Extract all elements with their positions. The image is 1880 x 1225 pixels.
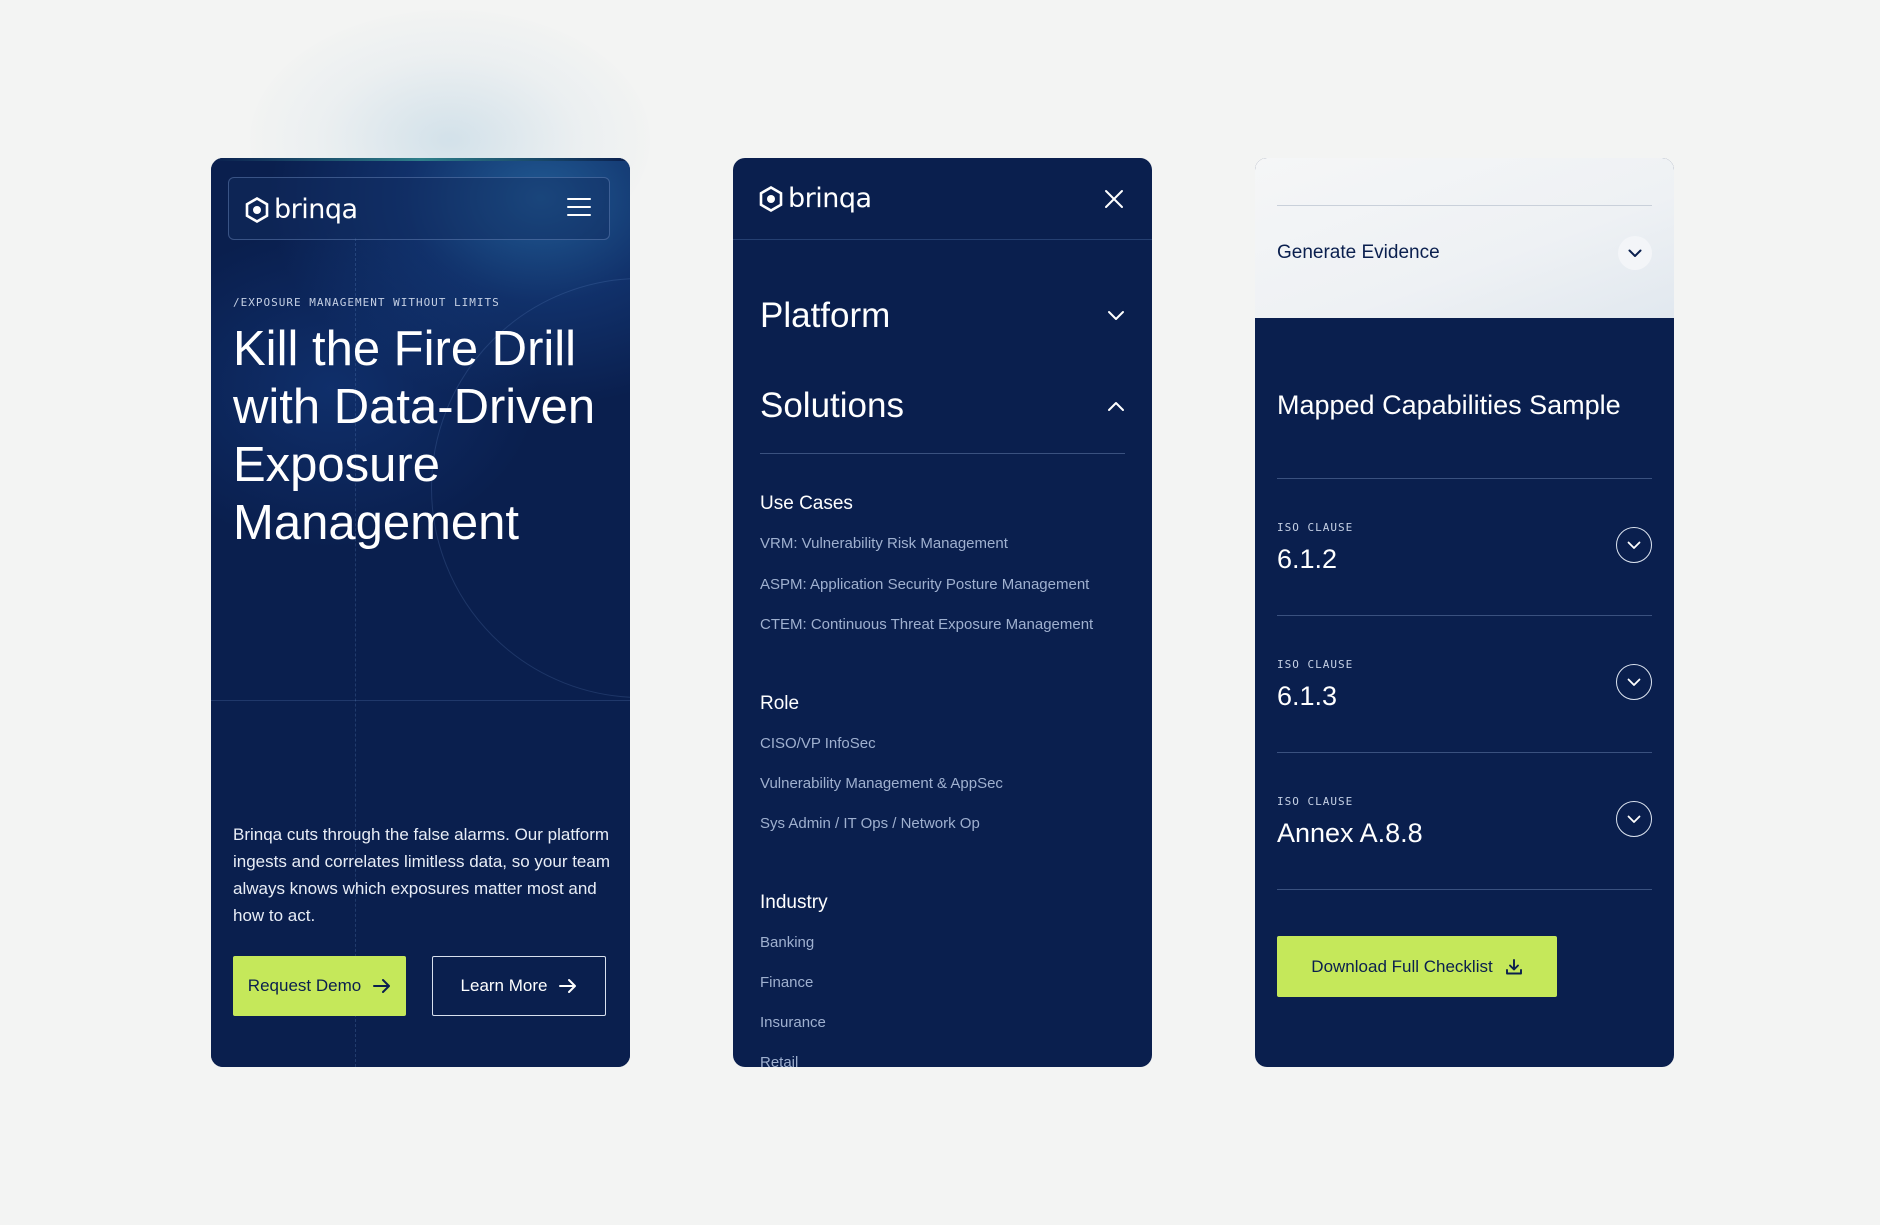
clause-value: Annex A.8.8 — [1277, 818, 1423, 848]
download-checklist-button[interactable]: Download Full Checklist — [1277, 936, 1557, 997]
clause-item[interactable]: ISO CLAUSE 6.1.2 — [1277, 478, 1652, 615]
group-heading-role: Role — [760, 693, 800, 714]
group-heading-use-cases: Use Cases — [760, 493, 853, 514]
chevron-up-icon — [1108, 402, 1124, 411]
brand-logo[interactable]: brinqa — [759, 183, 872, 214]
chevron-down-icon — [1108, 311, 1124, 320]
section-title: Mapped Capabilities Sample — [1277, 390, 1621, 420]
submenu-link[interactable]: Sys Admin / IT Ops / Network Op — [760, 815, 980, 832]
submenu-link[interactable]: Banking — [760, 934, 814, 951]
request-demo-button[interactable]: Request Demo — [233, 956, 406, 1016]
submenu-link[interactable]: Finance — [760, 974, 813, 991]
arrow-right-icon — [559, 979, 577, 993]
menu-item-solutions[interactable]: Solutions — [760, 378, 1125, 434]
submenu-link[interactable]: Vulnerability Management & AppSec — [760, 775, 1003, 792]
brand-hexagon-icon — [759, 185, 783, 212]
submenu-link[interactable]: Insurance — [760, 1014, 826, 1031]
capabilities-screen: Generate Evidence Mapped Capabilities Sa… — [1255, 158, 1674, 1067]
learn-more-label: Learn More — [460, 976, 548, 995]
accordion-divider — [1277, 205, 1652, 206]
generate-evidence-label: Generate Evidence — [1277, 242, 1440, 263]
close-icon[interactable] — [1103, 188, 1125, 210]
clause-tag: ISO CLAUSE — [1277, 521, 1354, 534]
clause-value: 6.1.3 — [1277, 681, 1338, 711]
submenu-link[interactable]: ASPM: Application Security Posture Manag… — [760, 576, 1089, 593]
menu-header: brinqa — [733, 158, 1152, 240]
brand-hexagon-icon — [245, 196, 269, 223]
chevron-down-icon[interactable] — [1616, 664, 1652, 700]
menu-item-platform[interactable]: Platform — [760, 288, 1125, 344]
brand-logo[interactable]: brinqa — [245, 194, 358, 225]
brand-wordmark: brinqa — [274, 194, 358, 225]
menu-divider — [760, 453, 1125, 454]
brand-wordmark: brinqa — [788, 183, 872, 214]
submenu-link[interactable]: Retail — [760, 1054, 798, 1067]
chevron-down-icon[interactable] — [1616, 801, 1652, 837]
clause-tag: ISO CLAUSE — [1277, 795, 1354, 808]
mobile-menu-screen: brinqa Platform Solutions Use Cases VRM:… — [733, 158, 1152, 1067]
submenu-link[interactable]: CISO/VP InfoSec — [760, 735, 876, 752]
request-demo-label: Request Demo — [247, 976, 362, 995]
chevron-down-icon[interactable] — [1616, 527, 1652, 563]
menu-item-label: Solutions — [760, 386, 904, 425]
download-icon — [1505, 958, 1522, 974]
group-heading-industry: Industry — [760, 892, 828, 913]
learn-more-button[interactable]: Learn More — [432, 956, 606, 1016]
menu-item-label: Platform — [760, 296, 891, 335]
generate-evidence-panel: Generate Evidence — [1255, 158, 1674, 318]
clause-tag: ISO CLAUSE — [1277, 658, 1354, 671]
hero-top-glow-line — [211, 158, 630, 161]
generate-evidence-accordion[interactable]: Generate Evidence — [1277, 233, 1652, 273]
hero-navbar: brinqa — [228, 177, 610, 240]
chevron-down-icon — [1618, 236, 1652, 270]
hero-grid-horizontal-line — [211, 700, 630, 701]
hero-eyebrow: /EXPOSURE MANAGEMENT WITHOUT LIMITS — [233, 296, 500, 309]
hero-title: Kill the Fire Drill with Data-Driven Exp… — [233, 322, 596, 550]
submenu-link[interactable]: VRM: Vulnerability Risk Management — [760, 535, 1008, 552]
hero-description: Brinqa cuts through the false alarms. Ou… — [233, 825, 611, 925]
download-checklist-label: Download Full Checklist — [1311, 956, 1493, 976]
clause-item[interactable]: ISO CLAUSE 6.1.3 — [1277, 615, 1652, 752]
submenu-link[interactable]: CTEM: Continuous Threat Exposure Managem… — [760, 616, 1093, 633]
hamburger-menu-icon[interactable] — [567, 198, 591, 218]
hero-screen: brinqa /EXPOSURE MANAGEMENT WITHOUT LIMI… — [211, 158, 630, 1067]
clause-divider — [1277, 889, 1652, 890]
arrow-right-icon — [373, 979, 391, 993]
clause-value: 6.1.2 — [1277, 544, 1338, 574]
clause-item[interactable]: ISO CLAUSE Annex A.8.8 — [1277, 752, 1652, 889]
